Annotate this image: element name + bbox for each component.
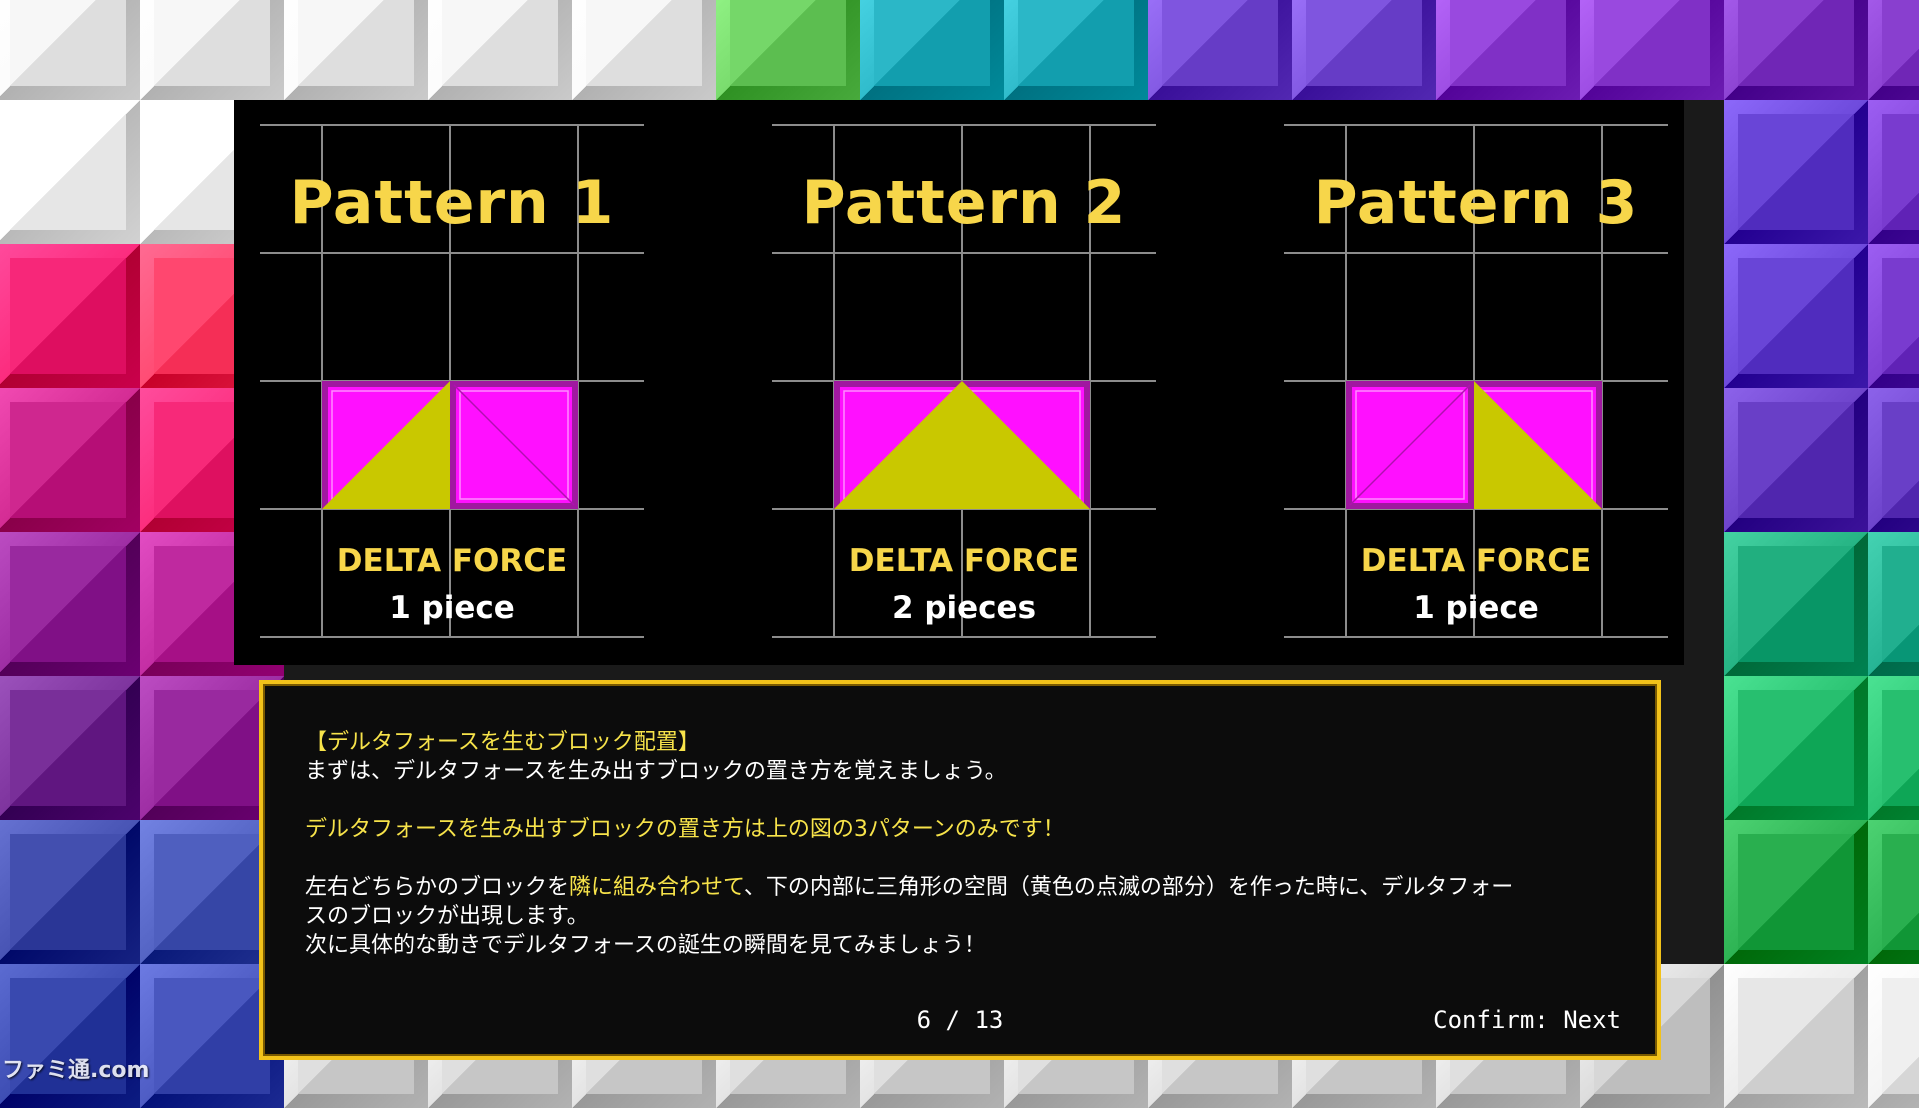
dialog-line-3-highlight: 隣に組み合わせて [569, 875, 744, 900]
background-block [284, 0, 428, 100]
background-block [1868, 0, 1919, 100]
pattern-2-card: Pattern 2 DELTA FORCE 2 pieces [772, 100, 1156, 640]
background-block-face [1738, 546, 1854, 662]
background-block-face [10, 402, 126, 518]
background-block [1724, 244, 1868, 388]
background-block [1868, 244, 1919, 388]
dialog-line-1: まずは、デルタフォースを生み出すブロックの置き方を覚えましょう。 [305, 759, 1007, 784]
dialog-line-3-pre: 左右どちらかのブロックを [305, 875, 570, 900]
background-block-face [154, 690, 270, 806]
background-block [428, 0, 572, 100]
background-block [0, 100, 140, 244]
background-block [1868, 532, 1919, 676]
dialog-line-5: 次に具体的な動きでデルタフォースの誕生の瞬間を見てみましょう！ [305, 933, 986, 958]
pattern-3-card: Pattern 3 DELTA FORCE 1 piece [1284, 100, 1668, 640]
background-block-face [1738, 258, 1854, 374]
background-block [1292, 0, 1436, 100]
pattern-1-count: 1 piece [389, 590, 515, 626]
background-block-face [1738, 834, 1854, 950]
background-block [0, 244, 140, 388]
background-block-face [1882, 0, 1919, 86]
background-block-face [1738, 114, 1854, 230]
background-block-face [1162, 0, 1278, 86]
background-block-face [1306, 0, 1422, 86]
background-block [0, 388, 140, 532]
dialog-highlight: デルタフォースを生み出すブロックの置き方は上の図の3パターンのみです！ [305, 817, 1065, 842]
background-block [716, 0, 860, 100]
background-block-face [1738, 690, 1854, 806]
background-block [1724, 676, 1868, 820]
background-block [0, 820, 140, 964]
dialog-line-3-post: 、下の内部に三角形の空間（黄色の点滅の部分）を作った時に、デルタフォー [743, 875, 1514, 900]
background-block-face [1882, 402, 1919, 518]
background-block-face [10, 834, 126, 950]
background-block [0, 532, 140, 676]
background-block-face [730, 0, 846, 86]
background-block [1868, 100, 1919, 244]
background-block-face [10, 0, 126, 86]
background-block-face [874, 0, 990, 86]
pattern-3-count: 1 piece [1413, 590, 1539, 626]
background-block [140, 0, 284, 100]
background-block [1724, 964, 1868, 1108]
background-block-face [154, 0, 270, 86]
pattern-3-label: DELTA FORCE [1360, 543, 1592, 579]
background-block [0, 0, 140, 100]
background-block-face [154, 834, 270, 950]
pattern-2-title: Pattern 2 [801, 168, 1127, 238]
background-block [860, 0, 1004, 100]
background-block-face [1018, 0, 1134, 86]
background-block-face [442, 0, 558, 86]
background-block-face [1882, 114, 1919, 230]
background-block [1436, 0, 1580, 100]
pattern-2-count: 2 pieces [891, 590, 1037, 626]
confirm-next-prompt[interactable]: Confirm: Next [1433, 1006, 1621, 1034]
background-block [1724, 532, 1868, 676]
background-block-face [1882, 834, 1919, 950]
dialog-line-3: 左右どちらかのブロックを隣に組み合わせて、下の内部に三角形の空間（黄色の点滅の部… [305, 869, 1513, 901]
background-block-face [10, 546, 126, 662]
background-block-face [1882, 978, 1919, 1094]
background-block-face [298, 0, 414, 86]
background-block-face [154, 978, 270, 1094]
background-block [1868, 676, 1919, 820]
pattern-2-label: DELTA FORCE [848, 543, 1080, 579]
background-block [1724, 100, 1868, 244]
background-block [1004, 0, 1148, 100]
watermark-logo: ファミ通.com [2, 1058, 150, 1083]
background-block [1724, 388, 1868, 532]
dialog-line-4: スのブロックが出現します。 [305, 904, 589, 929]
pattern-1-card: Pattern 1 DELTA FORCE 1 piece [260, 100, 644, 640]
background-block [1724, 0, 1868, 100]
background-block-face [10, 258, 126, 374]
background-block [1580, 0, 1724, 100]
dialog-heading: 【デルタフォースを生むブロック配置】 [305, 730, 700, 755]
background-block-face [586, 0, 702, 86]
background-block-face [1738, 978, 1854, 1094]
background-block-face [1594, 0, 1710, 86]
background-block-face [10, 114, 126, 230]
background-block-face [1738, 0, 1854, 86]
background-block-face [1450, 0, 1566, 86]
background-block [572, 0, 716, 100]
background-block [1868, 964, 1919, 1108]
background-block [1868, 820, 1919, 964]
background-block-face [1882, 258, 1919, 374]
tutorial-dialog[interactable]: 【デルタフォースを生むブロック配置】 まずは、デルタフォースを生み出すブロックの… [259, 680, 1661, 1060]
pattern-panel: Pattern 1 DELTA FORCE 1 piece Pattern 2 … [234, 100, 1684, 665]
background-block [0, 964, 140, 1108]
background-block [1148, 0, 1292, 100]
background-block-face [1882, 546, 1919, 662]
background-block-face [10, 690, 126, 806]
background-block [0, 676, 140, 820]
pattern-1-title: Pattern 1 [289, 168, 615, 238]
background-block-face [1882, 690, 1919, 806]
background-block [1868, 388, 1919, 532]
pattern-1-label: DELTA FORCE [336, 543, 568, 579]
pattern-3-title: Pattern 3 [1313, 168, 1639, 238]
background-block-face [1738, 402, 1854, 518]
background-block [1724, 820, 1868, 964]
